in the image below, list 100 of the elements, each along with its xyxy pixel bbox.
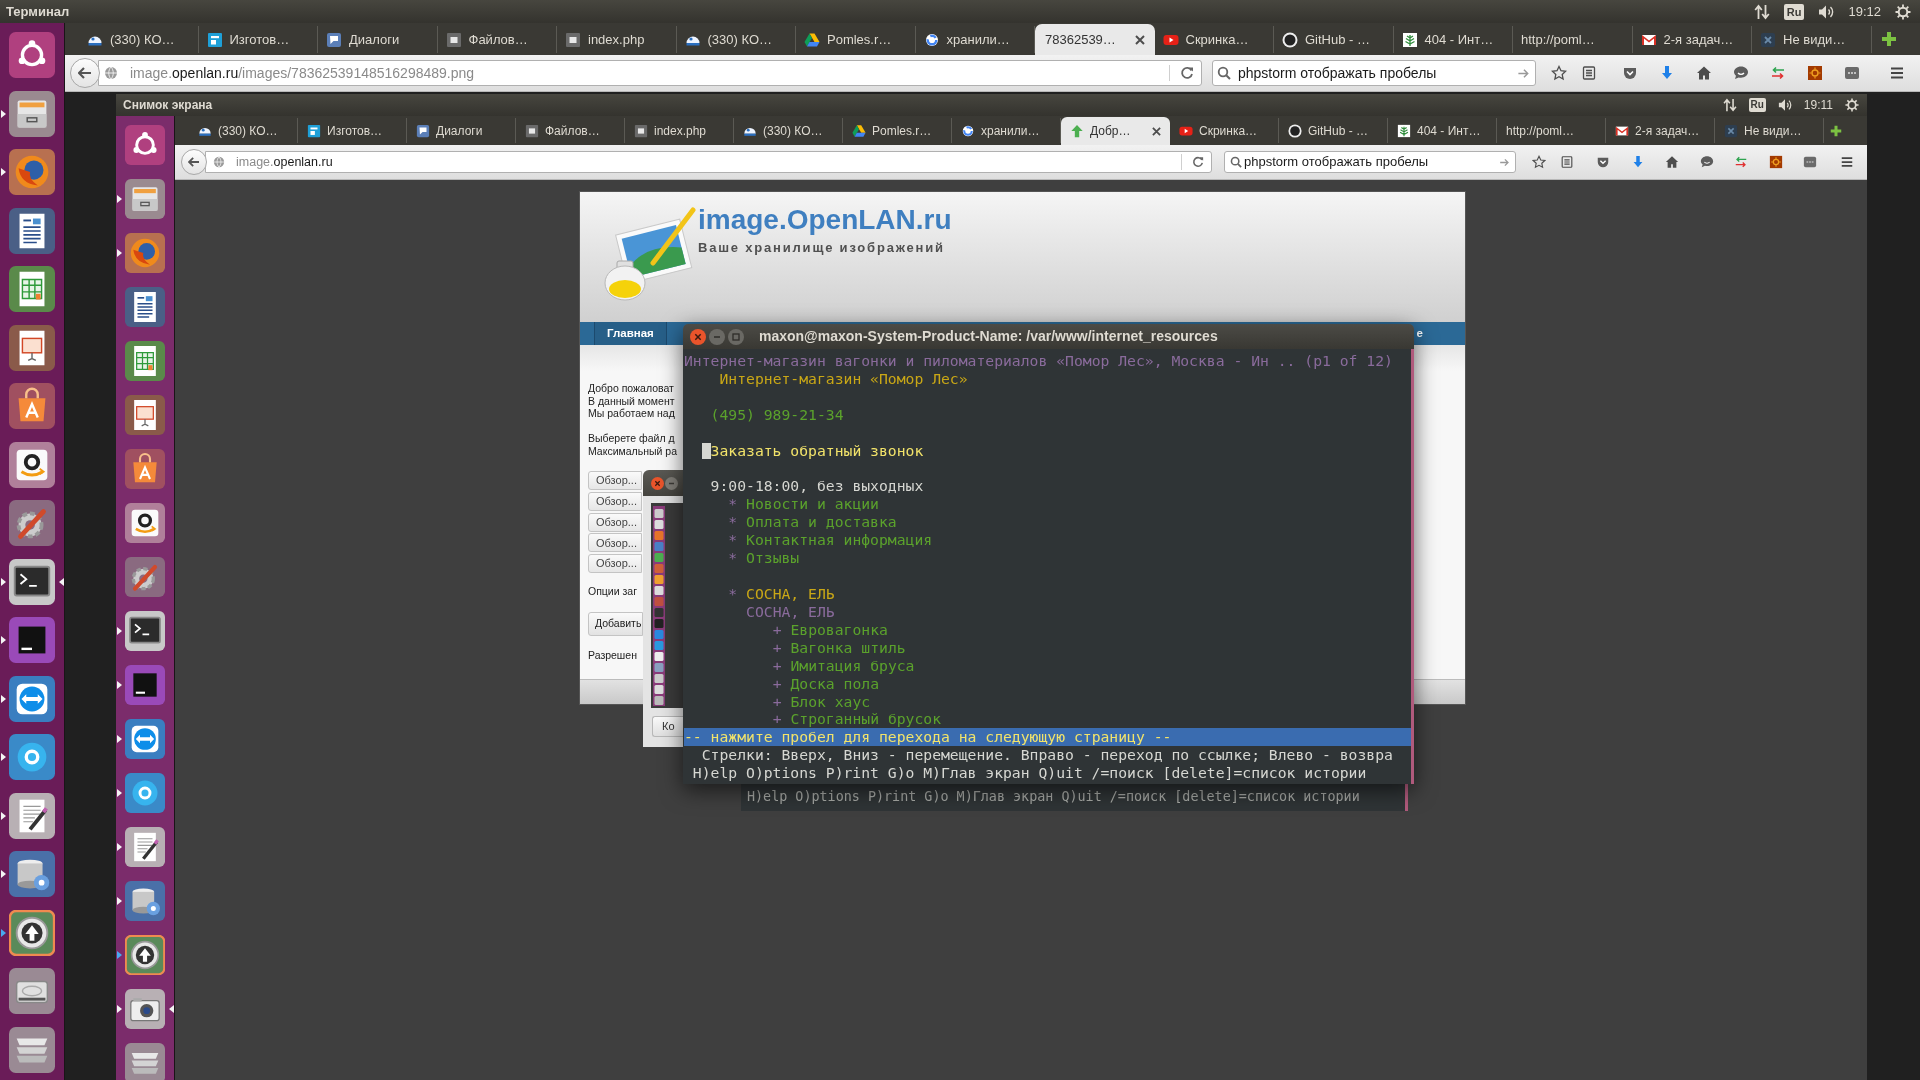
smiley-bubble-icon[interactable] [1699,155,1714,169]
browse-button[interactable]: Обзор... [588,554,642,573]
shopping-bag-icon[interactable] [9,383,55,429]
address-field[interactable]: image.openlan.ru [205,151,1212,173]
star-icon[interactable] [1551,65,1567,81]
smiley-bubble-icon[interactable] [1732,65,1749,81]
ring-tile-icon[interactable] [125,773,165,813]
document-icon[interactable] [125,287,165,327]
gear-icon[interactable] [1895,3,1911,20]
browser-tab[interactable]: (330) КО… [676,26,796,53]
browse-button[interactable]: Обзор... [588,533,642,553]
browse-button[interactable]: Обзор... [588,471,642,490]
sun-square-icon[interactable] [1806,65,1823,81]
disk-gear-icon[interactable] [125,881,165,921]
circle-logo-icon[interactable] [125,125,165,165]
plus-icon[interactable] [1830,125,1842,137]
home-icon[interactable] [1695,65,1712,81]
browser-tab[interactable]: Скринка… [1170,118,1279,143]
browser-tab[interactable]: 404 - Инт… [1393,26,1513,53]
transfer-arrows-icon[interactable] [1722,98,1737,112]
pencil-paper-icon[interactable] [9,792,55,839]
transfer-arrows-icon[interactable] [1753,3,1770,20]
browser-tab[interactable]: Не види… [1752,26,1872,53]
browser-tab[interactable]: (330) КО… [734,118,843,143]
menu-link[interactable]: Новости и акции [746,495,879,514]
close-icon[interactable] [1134,34,1145,45]
browser-tab[interactable]: Скринка… [1154,26,1274,53]
wrench-icon[interactable] [125,557,165,597]
terminal-icon[interactable] [9,558,55,605]
dialog-button[interactable]: Ко [652,716,683,737]
browser-tab[interactable]: Добр… [1061,117,1170,145]
browser-tab[interactable]: (330) КО… [79,26,199,53]
go-arrow-icon[interactable] [1517,66,1530,80]
swap-arrows-icon[interactable] [1734,155,1749,169]
square-tile-icon[interactable] [9,617,55,663]
home-icon[interactable] [1665,155,1680,169]
browser-tab[interactable]: GitHub - … [1279,118,1388,143]
browser-tab[interactable]: GitHub - … [1274,26,1394,53]
presentation-icon[interactable] [9,324,55,371]
browser-tab[interactable]: 78362539… [1035,24,1155,55]
chevron-shield-icon[interactable] [1621,65,1638,81]
reload-icon[interactable] [1192,156,1204,168]
plus-icon[interactable] [1880,31,1897,47]
browser-tab[interactable]: index.php [625,118,734,143]
globe-icon[interactable] [213,156,225,168]
link-text[interactable]: Заказать обратный звонок [710,441,924,460]
browser-tab[interactable]: (330) КО… [189,118,298,143]
search-field[interactable]: phpstorm отображать пробелы [1212,60,1536,86]
spreadsheet-icon[interactable] [125,341,165,381]
spreadsheet-icon[interactable] [9,266,55,312]
submenu-link[interactable]: Вагонка штиль [790,638,906,657]
add-button[interactable]: Добавить [588,611,643,636]
chevron-shield-icon[interactable] [1596,155,1611,169]
browser-tab[interactable]: Файлов… [437,26,557,53]
keyboard-layout-indicator[interactable]: Ru [1748,98,1766,112]
square-tile-icon[interactable] [125,665,165,705]
browser-tab[interactable]: Изготов… [298,118,407,143]
reload-icon[interactable] [1180,66,1194,80]
dots-tile-icon[interactable] [1803,155,1818,169]
dots-tile-icon[interactable] [1843,65,1860,81]
menu-link[interactable]: Контактная информация [746,531,933,550]
go-arrow-icon[interactable] [1499,156,1510,168]
browse-button[interactable]: Обзор... [588,491,642,511]
browser-tab[interactable]: 404 - Инт… [1388,118,1497,143]
clock-text[interactable]: 19:12 [1848,1,1881,22]
drive-icon[interactable] [9,968,55,1014]
menu-icon[interactable] [1839,155,1854,169]
volume-icon[interactable] [1818,3,1835,20]
browser-tab[interactable]: Диалоги [318,26,438,53]
search-field[interactable]: phpstorm отображать пробелы [1224,151,1516,173]
gear-icon[interactable] [1845,98,1859,112]
submenu-link[interactable]: Евровагонка [790,620,888,639]
list-icon[interactable] [1581,65,1597,81]
globe-icon[interactable] [104,66,118,80]
drawer-icon[interactable] [125,179,165,219]
menu-link[interactable]: Отзывы [746,549,800,568]
shopping-bag-icon[interactable] [125,449,165,489]
browser-tab[interactable]: Не види… [1715,118,1824,143]
menu-link[interactable]: Оплата и доставка [746,513,897,532]
pencil-paper-icon[interactable] [125,827,165,867]
browser-tab[interactable]: http://poml… [1513,26,1633,53]
submenu-link[interactable]: Имитация бруса [790,656,915,675]
wrench-icon[interactable] [9,500,55,546]
back-button[interactable] [70,58,100,88]
ring-tile-icon[interactable] [9,734,55,780]
disk-gear-icon[interactable] [9,851,55,897]
star-icon[interactable] [1532,155,1546,169]
clock-text[interactable]: 19:11 [1803,96,1833,114]
browser-tab[interactable]: Изготов… [198,26,318,53]
update-arrow-icon[interactable] [9,909,55,956]
nav-link[interactable]: Главная [594,322,667,345]
phone-link[interactable]: (495) 989-21-34 [710,405,844,424]
drawer-icon[interactable] [9,90,55,137]
circle-logo-icon[interactable] [9,32,55,78]
browser-tab[interactable]: 2-я задач… [1632,26,1752,53]
document-icon[interactable] [9,207,55,254]
back-button[interactable] [181,149,207,175]
browser-tab[interactable]: http://poml… [1497,118,1606,143]
close-icon[interactable] [1152,126,1161,136]
close-icon[interactable] [690,328,706,345]
